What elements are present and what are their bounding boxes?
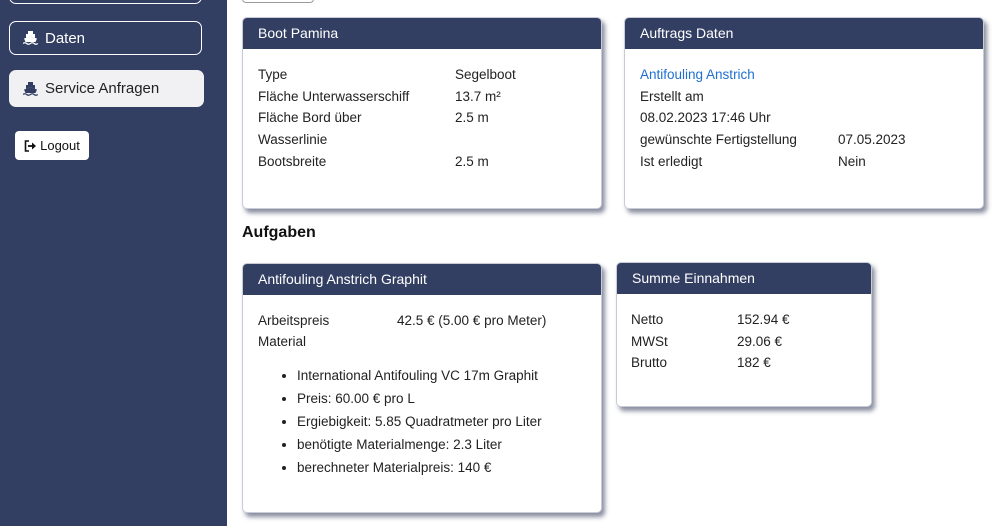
sidebar-item-service-anfragen[interactable]: Service Anfragen <box>9 70 204 107</box>
sum-net-label: Netto <box>631 312 664 327</box>
order-created-value: 08.02.2023 17:46 Uhr <box>640 110 771 125</box>
sign-out-icon <box>24 139 37 152</box>
work-price-label: Arbeitspreis <box>258 313 330 328</box>
boat-card-title: Boot Pamina <box>243 18 601 49</box>
list-item: International Antifouling VC 17m Graphit <box>297 364 542 387</box>
boat-width-value: 2.5 m <box>455 154 489 169</box>
material-list: International Antifouling VC 17m Graphit… <box>281 364 542 479</box>
ship-icon <box>23 81 38 96</box>
task-card-title: Antifouling Anstrich Graphit <box>243 264 601 295</box>
order-done-label: Ist erledigt <box>640 154 703 169</box>
order-card-title: Auftrags Daten <box>625 18 983 49</box>
sum-card: Summe Einnahmen Netto 152.94 € MWSt 29.0… <box>616 262 872 407</box>
ship-icon <box>23 31 38 45</box>
sum-net-value: 152.94 € <box>737 312 790 327</box>
top-button[interactable] <box>242 0 314 3</box>
list-item: Preis: 60.00 € pro L <box>297 387 542 410</box>
list-item: Ergiebigkeit: 5.85 Quadratmeter pro Lite… <box>297 410 542 433</box>
sum-card-title: Summe Einnahmen <box>617 263 871 294</box>
sum-gross-label: Brutto <box>631 355 668 370</box>
sidebar-item-label: Daten <box>45 29 86 47</box>
sidebar-item-previous[interactable] <box>9 0 202 4</box>
sum-vat-label: MWSt <box>631 334 668 349</box>
boat-type-value: Segelboot <box>455 67 516 82</box>
boat-card: Boot Pamina Type Segelboot Fläche Unterw… <box>242 17 602 209</box>
task-card: Antifouling Anstrich Graphit Arbeitsprei… <box>242 263 602 513</box>
boat-area-underwater-label: Fläche Unterwasserschiff <box>258 89 410 104</box>
work-price-value: 42.5 € (5.00 € pro Meter) <box>397 313 547 328</box>
sidebar-item-daten[interactable]: Daten <box>9 21 202 55</box>
boat-waterline-label: Wasserlinie <box>258 132 328 147</box>
order-due-label: gewünschte Fertigstellung <box>640 132 797 147</box>
logout-label: Logout <box>40 138 80 153</box>
sidebar: Daten Service Anfragen Logout <box>0 0 227 526</box>
list-item: benötigte Materialmenge: 2.3 Liter <box>297 433 542 456</box>
order-card: Auftrags Daten Antifouling Anstrich Erst… <box>624 17 984 209</box>
sum-vat-value: 29.06 € <box>737 334 783 349</box>
tasks-heading: Aufgaben <box>242 224 316 241</box>
boat-area-above-label: Fläche Bord über <box>258 110 362 125</box>
boat-area-underwater-value: 13.7 m² <box>455 89 501 104</box>
boat-width-label: Bootsbreite <box>258 154 327 169</box>
logout-button[interactable]: Logout <box>15 131 89 160</box>
sum-gross-value: 182 € <box>737 355 771 370</box>
order-due-value: 07.05.2023 <box>838 132 906 147</box>
boat-type-label: Type <box>258 67 288 82</box>
order-created-label: Erstellt am <box>640 89 704 104</box>
sidebar-item-label: Service Anfragen <box>45 80 160 97</box>
material-label: Material <box>258 334 307 349</box>
order-service-link[interactable]: Antifouling Anstrich <box>640 67 755 82</box>
order-done-value: Nein <box>838 154 866 169</box>
list-item: berechneter Materialpreis: 140 € <box>297 456 542 479</box>
boat-area-above-value: 2.5 m <box>455 110 489 125</box>
